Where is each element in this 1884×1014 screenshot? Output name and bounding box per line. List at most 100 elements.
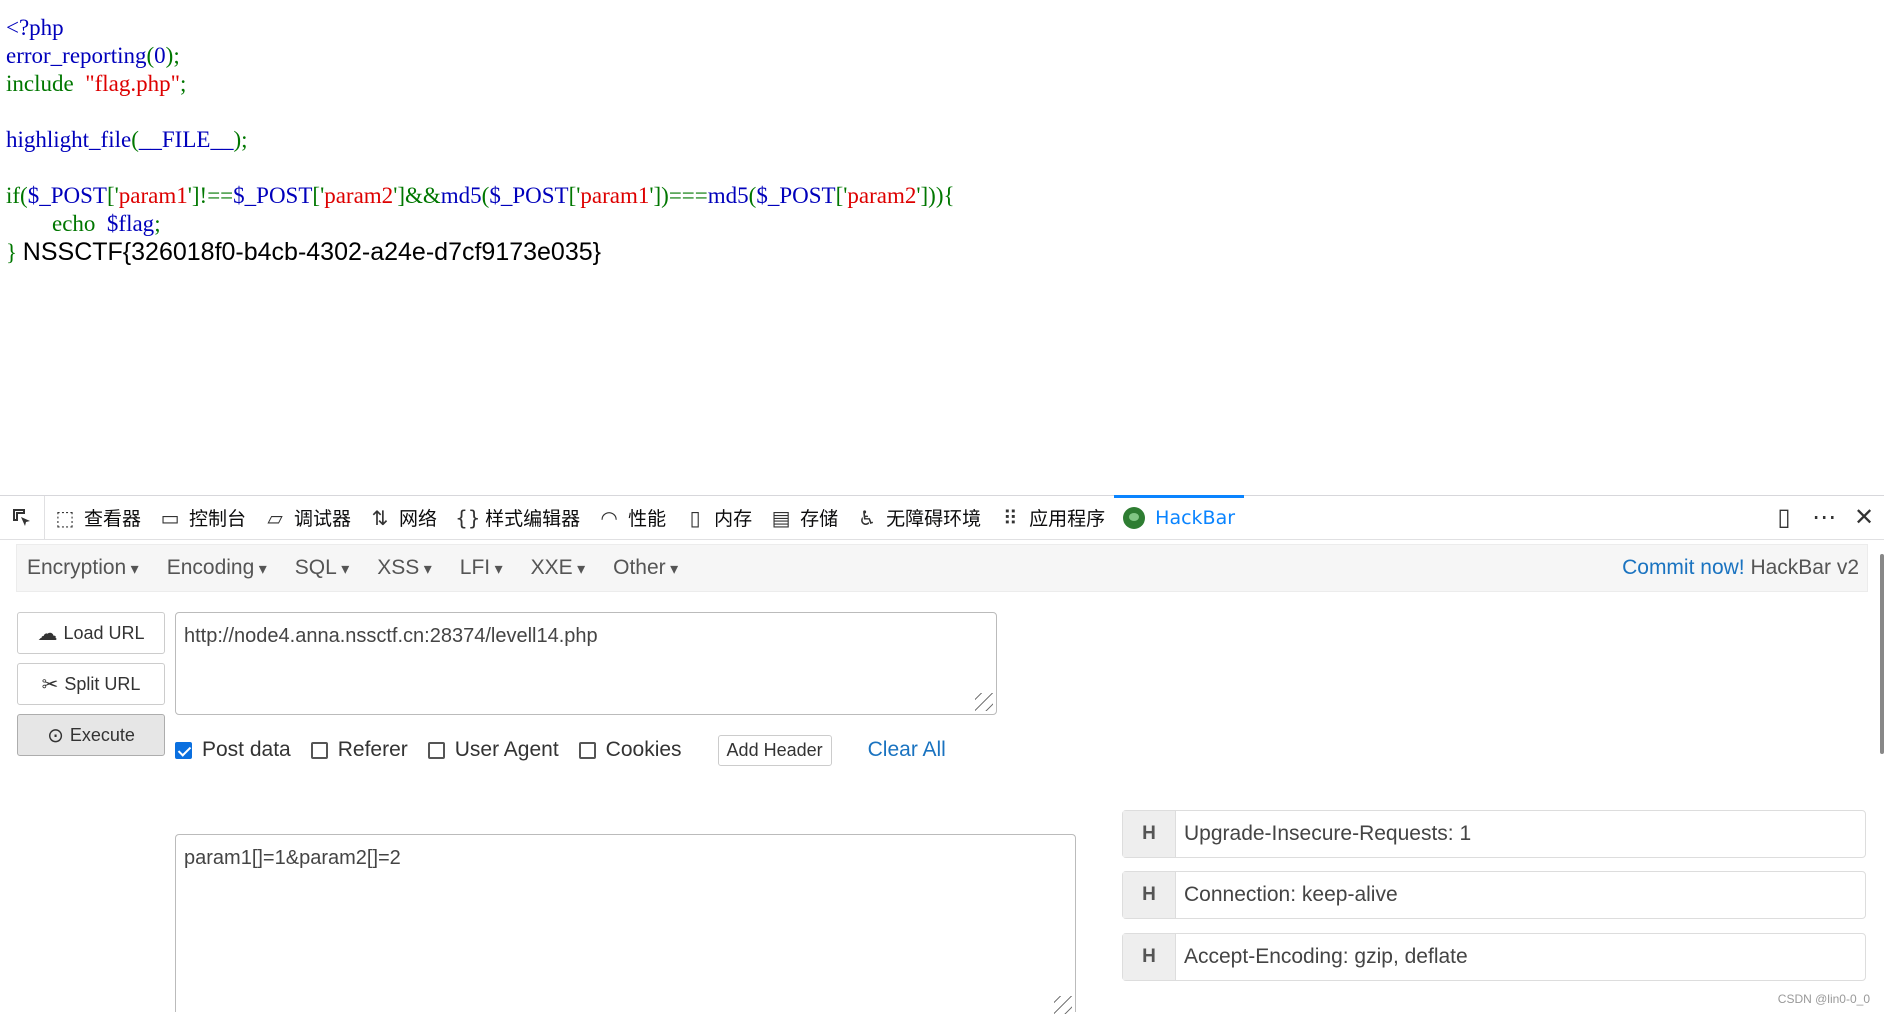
user-agent-checkbox[interactable]: User Agent — [427, 738, 559, 762]
more-options-icon[interactable]: ⋯ — [1804, 503, 1844, 532]
button-label: Split URL — [64, 673, 141, 694]
resize-handle-icon[interactable] — [975, 693, 993, 711]
commit-now-link[interactable]: Commit now! — [1622, 556, 1745, 579]
checkbox-checked-icon — [175, 741, 192, 759]
header-row: H Connection: keep-alive — [1122, 871, 1866, 919]
header-toggle[interactable]: H — [1123, 811, 1176, 857]
header-value[interactable]: Connection: keep-alive — [1176, 872, 1398, 918]
devtools-toolbar: ⬚ 查看器 ▭ 控制台 ▱ 调试器 ⇅ 网络 {} 样式编辑器 ◠ 性能 ▯ 内存 ▤ 存储 ♿… — [0, 494, 1884, 540]
code-token: ']!== — [187, 183, 234, 208]
hackbar-version: HackBar v2 — [1744, 556, 1859, 579]
menu-xss[interactable]: XSS — [367, 556, 442, 580]
button-label: Load URL — [63, 622, 145, 643]
tab-style-editor[interactable]: {} 样式编辑器 — [446, 496, 589, 539]
header-value[interactable]: Accept-Encoding: gzip, deflate — [1176, 934, 1468, 980]
add-header-button[interactable]: Add Header — [717, 734, 832, 766]
menu-encryption[interactable]: Encryption — [17, 556, 149, 580]
network-icon: ⇅ — [371, 505, 389, 530]
post-data-input[interactable]: param1[]=1&param2[]=2 — [175, 834, 1076, 1014]
tab-label: 网络 — [399, 508, 438, 530]
tab-accessibility[interactable]: ♿ 无障碍环境 — [847, 496, 990, 539]
hackbar-icon — [1123, 506, 1146, 529]
checkbox-icon — [310, 741, 328, 759]
menu-encoding[interactable]: Encoding — [157, 556, 277, 580]
code-token: include — [6, 71, 86, 96]
accessibility-icon: ♿ — [858, 505, 877, 530]
code-token: ; — [180, 71, 187, 96]
code-token: ']&& — [393, 183, 441, 208]
url-input[interactable]: http://node4.anna.nssctf.cn:28374/levell… — [175, 612, 997, 715]
code-token: error_reporting — [6, 43, 147, 68]
tab-network[interactable]: ⇅ 网络 — [360, 496, 446, 539]
devtools-panel: ⬚ 查看器 ▭ 控制台 ▱ 调试器 ⇅ 网络 {} 样式编辑器 ◠ 性能 ▯ 内存 ▤ 存储 ♿… — [0, 494, 1884, 1014]
code-token: 0 — [154, 43, 166, 68]
performance-icon: ◠ — [600, 505, 618, 530]
inspector-icon: ⬚ — [55, 505, 75, 530]
split-url-button[interactable]: ✂ Split URL — [17, 663, 165, 705]
element-picker-icon[interactable] — [0, 496, 45, 539]
tab-console[interactable]: ▭ 控制台 — [150, 496, 255, 539]
tab-label: 存储 — [800, 508, 839, 530]
tab-hackbar[interactable]: HackBar — [1114, 494, 1245, 538]
tab-label: 性能 — [628, 508, 667, 530]
option-label: Post data — [202, 738, 291, 761]
option-label: Cookies — [605, 738, 682, 761]
menu-sql[interactable]: SQL — [285, 556, 360, 580]
memory-icon: ▯ — [689, 505, 701, 530]
code-token: md5 — [440, 183, 482, 208]
execute-button[interactable]: ⊙ Execute — [17, 714, 165, 756]
post-data-checkbox[interactable]: Post data — [175, 738, 291, 762]
code-token: param2 — [324, 183, 394, 208]
code-token: '])=== — [649, 183, 708, 208]
tab-performance[interactable]: ◠ 性能 — [589, 496, 675, 539]
tab-label: 控制台 — [189, 508, 247, 530]
header-toggle[interactable]: H — [1123, 934, 1176, 980]
tab-memory[interactable]: ▯ 内存 — [675, 496, 761, 539]
header-value[interactable]: Upgrade-Insecure-Requests: 1 — [1176, 811, 1471, 857]
code-token: $_POST — [27, 183, 107, 208]
code-token: [' — [835, 183, 848, 208]
tab-label: 查看器 — [84, 508, 142, 530]
close-icon[interactable]: ✕ — [1844, 503, 1884, 532]
post-data-value: param1[]=1&param2[]=2 — [184, 847, 401, 869]
code-token: highlight_file — [6, 127, 132, 152]
code-token: echo — [6, 211, 107, 236]
tab-inspector[interactable]: ⬚ 查看器 — [45, 496, 150, 539]
clear-all-link[interactable]: Clear All — [868, 738, 946, 762]
style-editor-icon: {} — [455, 505, 481, 530]
code-token: md5 — [707, 183, 749, 208]
play-icon: ⊙ — [47, 724, 64, 747]
cookies-checkbox[interactable]: Cookies — [578, 738, 682, 762]
referer-checkbox[interactable]: Referer — [310, 738, 408, 762]
menu-lfi[interactable]: LFI — [450, 556, 513, 580]
cloud-download-icon: ☁ — [37, 622, 58, 645]
tab-application[interactable]: ⠿ 应用程序 — [990, 496, 1114, 539]
button-label: Execute — [69, 724, 135, 745]
header-toggle[interactable]: H — [1123, 872, 1176, 918]
header-row: H Upgrade-Insecure-Requests: 1 — [1122, 810, 1866, 858]
console-icon: ▭ — [160, 505, 180, 530]
dock-side-icon[interactable]: ▯ — [1764, 503, 1804, 532]
tab-debugger[interactable]: ▱ 调试器 — [255, 496, 360, 539]
code-token: param1 — [118, 183, 188, 208]
code-token: ; — [154, 211, 161, 236]
load-url-button[interactable]: ☁ Load URL — [17, 612, 165, 654]
vertical-scrollbar[interactable] — [1880, 554, 1884, 754]
code-token: param1 — [580, 183, 650, 208]
code-token: if( — [6, 183, 28, 208]
code-token: } — [6, 240, 23, 265]
commit-banner: Commit now! HackBar v2 — [1622, 556, 1859, 580]
tab-storage[interactable]: ▤ 存储 — [761, 496, 847, 539]
menu-other[interactable]: Other — [603, 556, 688, 580]
checkbox-icon — [427, 741, 445, 759]
code-token: param2 — [847, 183, 917, 208]
tab-label: HackBar — [1155, 506, 1236, 529]
tab-label: 应用程序 — [1029, 508, 1106, 530]
menu-xxe[interactable]: XXE — [521, 556, 596, 580]
resize-handle-icon[interactable] — [1054, 996, 1072, 1014]
code-token: $flag — [106, 211, 155, 236]
code-token: [' — [106, 183, 119, 208]
debugger-icon: ▱ — [267, 505, 283, 530]
code-token: ); — [233, 127, 248, 152]
php-source-code: <?php error_reporting (0); include "flag.… — [6, 14, 955, 267]
